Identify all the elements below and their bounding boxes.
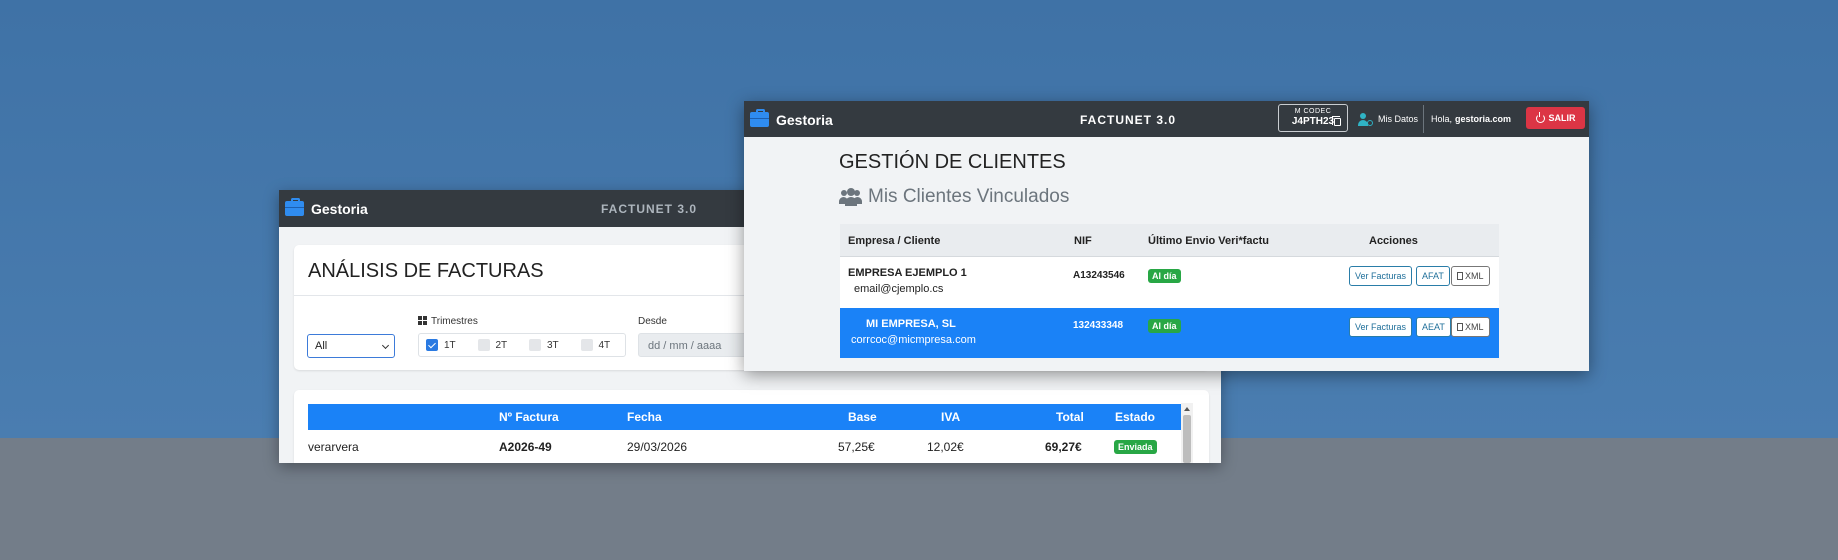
app-title: FACTUNET 3.0: [1080, 112, 1177, 127]
col-empresa[interactable]: Empresa / Cliente: [848, 235, 940, 247]
users-icon: [839, 188, 863, 206]
checkbox-icon[interactable]: [580, 339, 593, 351]
user-cog-icon: [1358, 112, 1373, 126]
logout-button[interactable]: SALIR: [1526, 107, 1585, 129]
brand[interactable]: Gestoria: [750, 101, 833, 138]
clients-table-header: Empresa / Cliente NIF Último Envio Veri*…: [840, 224, 1499, 257]
col-base[interactable]: Base: [848, 410, 877, 424]
file-icon: [1457, 272, 1463, 280]
quarter-2t[interactable]: 2T: [471, 339, 523, 351]
power-icon: [1535, 111, 1545, 123]
mis-datos-label: Mis Datos: [1378, 114, 1419, 124]
aeat-button[interactable]: AFAT: [1416, 266, 1450, 286]
col-acciones[interactable]: Acciones: [1369, 235, 1418, 247]
xml-button[interactable]: XML: [1451, 266, 1490, 286]
quarters-group: 1T 2T 3T 4T: [418, 333, 626, 357]
desde-date-input[interactable]: dd / mm / aaaa: [638, 333, 748, 357]
user-greeting: Hola, gestoria.com: [1431, 114, 1512, 124]
client-management-window: Gestoria FACTUNET 3.0 M CODEC J4PTH23 Mi…: [744, 101, 1589, 371]
navbar: Gestoria FACTUNET 3.0 M CODEC J4PTH23 Mi…: [744, 101, 1589, 137]
page-title: GESTIÓN DE CLIENTES: [839, 151, 1066, 173]
page-subtitle: Mis Clientes Vinculados: [839, 186, 1069, 208]
xml-button[interactable]: XML: [1451, 317, 1490, 337]
ver-facturas-button[interactable]: Ver Facturas: [1349, 266, 1413, 286]
user-name: gestoria.com: [1455, 114, 1512, 124]
status-badge: Al día: [1148, 269, 1181, 283]
row-total: 69,27€: [1045, 440, 1082, 454]
page-title: ANÁLISIS DE FACTURAS: [308, 260, 544, 282]
row-nif: A13243546: [1073, 270, 1125, 281]
col-fecha[interactable]: Fecha: [627, 410, 662, 424]
code-label: M CODEC: [1294, 108, 1332, 115]
desde-label: Desde: [638, 316, 667, 327]
aeat-button[interactable]: AEAT: [1416, 317, 1451, 337]
briefcase-icon: [285, 198, 304, 216]
checkbox-icon[interactable]: [529, 339, 541, 351]
col-nif[interactable]: NIF: [1074, 235, 1092, 247]
status-badge: Enviada: [1114, 439, 1157, 454]
brand[interactable]: Gestoria: [285, 190, 368, 227]
client-code-box[interactable]: M CODEC J4PTH23: [1278, 104, 1348, 132]
row-nif: 132433348: [1073, 320, 1124, 331]
col-factura[interactable]: Nº Factura: [499, 410, 559, 424]
table-row[interactable]: EMPRESA EJEMPLO 1 email@cjemplo.cs A1324…: [840, 257, 1499, 308]
col-ultimo-envio[interactable]: Último Envio Veri*factu: [1148, 235, 1269, 247]
mis-datos-link[interactable]: Mis Datos: [1358, 101, 1418, 137]
scroll-up-icon[interactable]: [1184, 407, 1190, 411]
invoices-table-header: Nº Factura Fecha Base IVA Total Estado: [308, 404, 1181, 430]
app-title: FACTUNET 3.0: [601, 201, 698, 216]
ver-facturas-button[interactable]: Ver Facturas: [1349, 317, 1413, 337]
row-email: corrcoc@micmpresa.com: [851, 334, 976, 346]
row-factura: A2026-49: [499, 440, 552, 454]
col-iva[interactable]: IVA: [941, 410, 960, 424]
checkbox-checked-icon[interactable]: [426, 339, 438, 351]
file-icon: [1457, 323, 1463, 331]
row-email: email@cjemplo.cs: [854, 283, 944, 295]
client-select-value: All: [315, 340, 328, 352]
navbar-divider: [1423, 105, 1424, 133]
briefcase-icon: [750, 109, 769, 127]
quarter-3t[interactable]: 3T: [522, 339, 574, 351]
brand-label: Gestoria: [776, 111, 833, 128]
trimestres-label: Trimestres: [418, 316, 478, 327]
quarter-4t[interactable]: 4T: [574, 339, 626, 351]
grid-icon: [418, 316, 427, 325]
checkbox-icon[interactable]: [477, 339, 490, 351]
copy-icon[interactable]: [1332, 116, 1341, 126]
row-fecha: 29/03/2026: [627, 440, 688, 454]
client-select[interactable]: All: [307, 334, 395, 358]
quarter-1t[interactable]: 1T: [419, 339, 471, 351]
row-base: 57,25€: [838, 440, 875, 454]
chevron-down-icon: [381, 341, 390, 350]
table-scrollbar[interactable]: [1181, 403, 1193, 463]
table-row-selected[interactable]: MI EMPRESA, SL corrcoc@micmpresa.com 132…: [840, 308, 1499, 358]
col-total[interactable]: Total: [1056, 410, 1084, 424]
col-estado[interactable]: Estado: [1115, 410, 1155, 424]
clients-table: Empresa / Cliente NIF Último Envio Veri*…: [840, 224, 1499, 358]
row-empresa: MI EMPRESA, SL: [866, 318, 956, 330]
row-empresa: EMPRESA EJEMPLO 1: [848, 267, 967, 279]
row-cliente: verarvera: [308, 440, 359, 454]
status-badge: Al día: [1148, 319, 1181, 333]
row-iva: 12,02€: [927, 440, 964, 454]
brand-label: Gestoria: [311, 200, 368, 217]
scrollbar-thumb[interactable]: [1183, 415, 1191, 463]
